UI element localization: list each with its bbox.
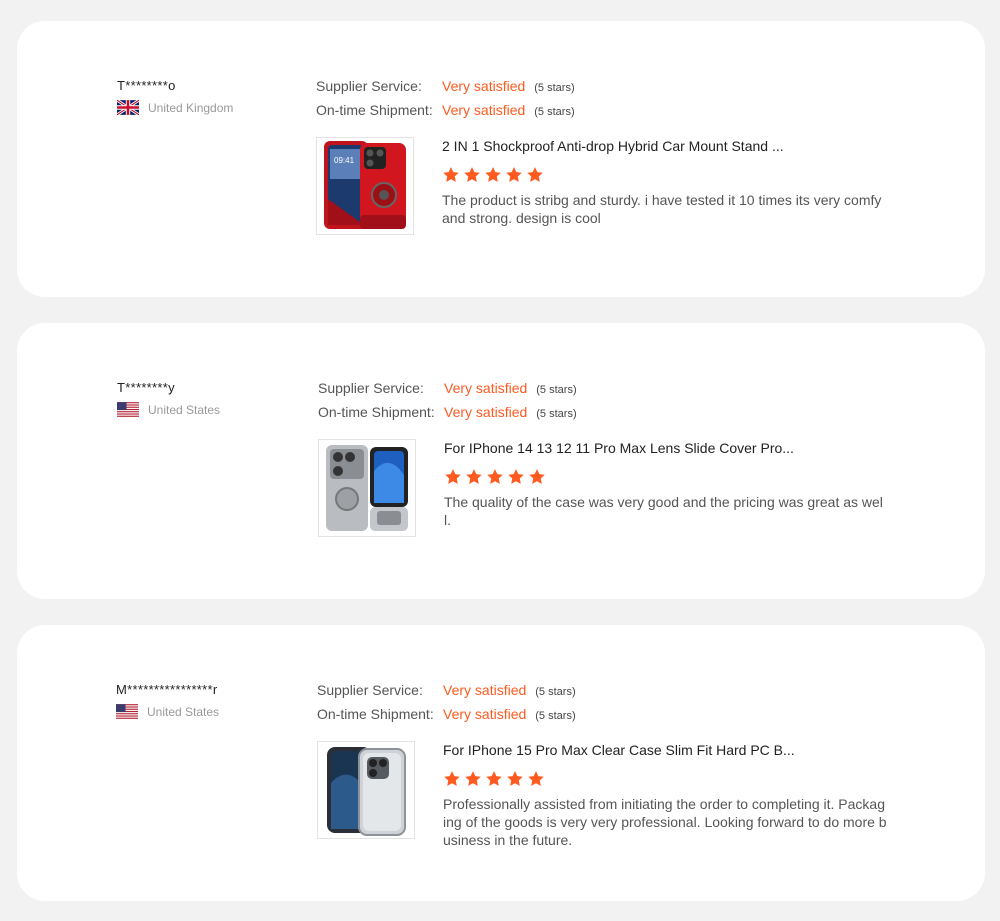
ratings: Supplier Service: Very satisfied (5 star… xyxy=(316,78,575,126)
buyer-country: United Kingdom xyxy=(117,100,233,115)
review-text: Professionally assisted from initiating … xyxy=(443,796,887,848)
ratings: Supplier Service: Very satisfied (5 star… xyxy=(317,682,576,730)
shipment-stars: (5 stars) xyxy=(534,106,575,118)
supplier-service-row: Supplier Service: Very satisfied (5 star… xyxy=(316,78,575,102)
star-icon xyxy=(485,167,501,182)
buyer-name: T********y xyxy=(117,380,175,395)
product: 09:41 2 IN 1 Shockproof Anti-drop Hybrid… xyxy=(316,137,887,235)
buyer-info: T********y United States xyxy=(117,380,220,417)
star-icon xyxy=(529,469,545,484)
us-flag-icon xyxy=(116,704,138,719)
country-name: United Kingdom xyxy=(148,100,234,115)
red-phone-case-image: 09:41 xyxy=(324,141,406,229)
review-text: The quality of the case was very good an… xyxy=(444,494,883,528)
review-card: M****************r United States Supplie… xyxy=(17,625,985,901)
shipment-label: On-time Shipment: xyxy=(317,706,434,722)
star-icon xyxy=(528,771,544,786)
product-image[interactable]: 09:41 xyxy=(316,137,414,235)
shipment-label: On-time Shipment: xyxy=(316,102,433,118)
star-icon xyxy=(466,469,482,484)
product-body: 2 IN 1 Shockproof Anti-drop Hybrid Car M… xyxy=(442,137,887,235)
star-icon xyxy=(486,771,502,786)
product-image[interactable] xyxy=(318,439,416,537)
product-image[interactable] xyxy=(317,741,415,839)
star-icon xyxy=(507,771,523,786)
supplier-service-stars: (5 stars) xyxy=(536,384,577,396)
star-rating xyxy=(442,166,887,184)
product-body: For IPhone 15 Pro Max Clear Case Slim Fi… xyxy=(443,741,888,849)
silver-phone-case-image xyxy=(326,445,408,531)
clear-phone-case-image xyxy=(327,747,406,836)
supplier-service-value: Very satisfied xyxy=(443,682,527,698)
review-text: The product is stribg and sturdy. i have… xyxy=(442,192,882,226)
uk-flag-icon xyxy=(117,100,139,115)
us-flag-icon xyxy=(117,402,139,417)
supplier-service-stars: (5 stars) xyxy=(535,686,576,698)
buyer-name: M****************r xyxy=(116,682,218,697)
product-title[interactable]: 2 IN 1 Shockproof Anti-drop Hybrid Car M… xyxy=(442,137,887,155)
star-icon xyxy=(464,167,480,182)
shipment-value: Very satisfied xyxy=(443,706,527,722)
supplier-service-row: Supplier Service: Very satisfied (5 star… xyxy=(318,380,577,404)
buyer-country: United States xyxy=(116,704,219,719)
shipment-stars: (5 stars) xyxy=(535,710,576,722)
product-body: For IPhone 14 13 12 11 Pro Max Lens Slid… xyxy=(444,439,889,537)
review-card: T********y United States Supplier Servic… xyxy=(17,323,985,599)
buyer-info: T********o United Kingdom xyxy=(117,78,233,115)
country-name: United States xyxy=(148,402,221,417)
supplier-service-label: Supplier Service: xyxy=(317,682,423,698)
star-icon xyxy=(487,469,503,484)
supplier-service-value: Very satisfied xyxy=(442,78,526,94)
star-icon xyxy=(443,167,459,182)
product: For IPhone 14 13 12 11 Pro Max Lens Slid… xyxy=(318,439,889,537)
star-rating xyxy=(444,468,889,486)
supplier-service-label: Supplier Service: xyxy=(316,78,422,94)
star-icon xyxy=(465,771,481,786)
product-title[interactable]: For IPhone 14 13 12 11 Pro Max Lens Slid… xyxy=(444,439,889,457)
buyer-country: United States xyxy=(117,402,220,417)
buyer-info: M****************r United States xyxy=(116,682,219,719)
star-icon xyxy=(508,469,524,484)
shipment-value: Very satisfied xyxy=(442,102,526,118)
star-icon xyxy=(444,771,460,786)
buyer-name: T********o xyxy=(117,78,176,93)
review-card: T********o United Kingdom Supplier Servi… xyxy=(17,21,985,297)
shipment-stars: (5 stars) xyxy=(536,408,577,420)
supplier-service-label: Supplier Service: xyxy=(318,380,424,396)
supplier-service-value: Very satisfied xyxy=(444,380,528,396)
star-icon xyxy=(506,167,522,182)
country-name: United States xyxy=(147,704,220,719)
product: For IPhone 15 Pro Max Clear Case Slim Fi… xyxy=(317,741,888,849)
star-icon xyxy=(445,469,461,484)
supplier-service-row: Supplier Service: Very satisfied (5 star… xyxy=(317,682,576,706)
shipment-value: Very satisfied xyxy=(444,404,528,420)
shipment-row: On-time Shipment: Very satisfied (5 star… xyxy=(317,706,576,730)
supplier-service-stars: (5 stars) xyxy=(534,82,575,94)
star-rating xyxy=(443,770,888,788)
shipment-row: On-time Shipment: Very satisfied (5 star… xyxy=(318,404,577,428)
shipment-label: On-time Shipment: xyxy=(318,404,435,420)
svg-text:09:41: 09:41 xyxy=(334,156,355,165)
star-icon xyxy=(527,167,543,182)
product-title[interactable]: For IPhone 15 Pro Max Clear Case Slim Fi… xyxy=(443,741,888,759)
shipment-row: On-time Shipment: Very satisfied (5 star… xyxy=(316,102,575,126)
ratings: Supplier Service: Very satisfied (5 star… xyxy=(318,380,577,428)
